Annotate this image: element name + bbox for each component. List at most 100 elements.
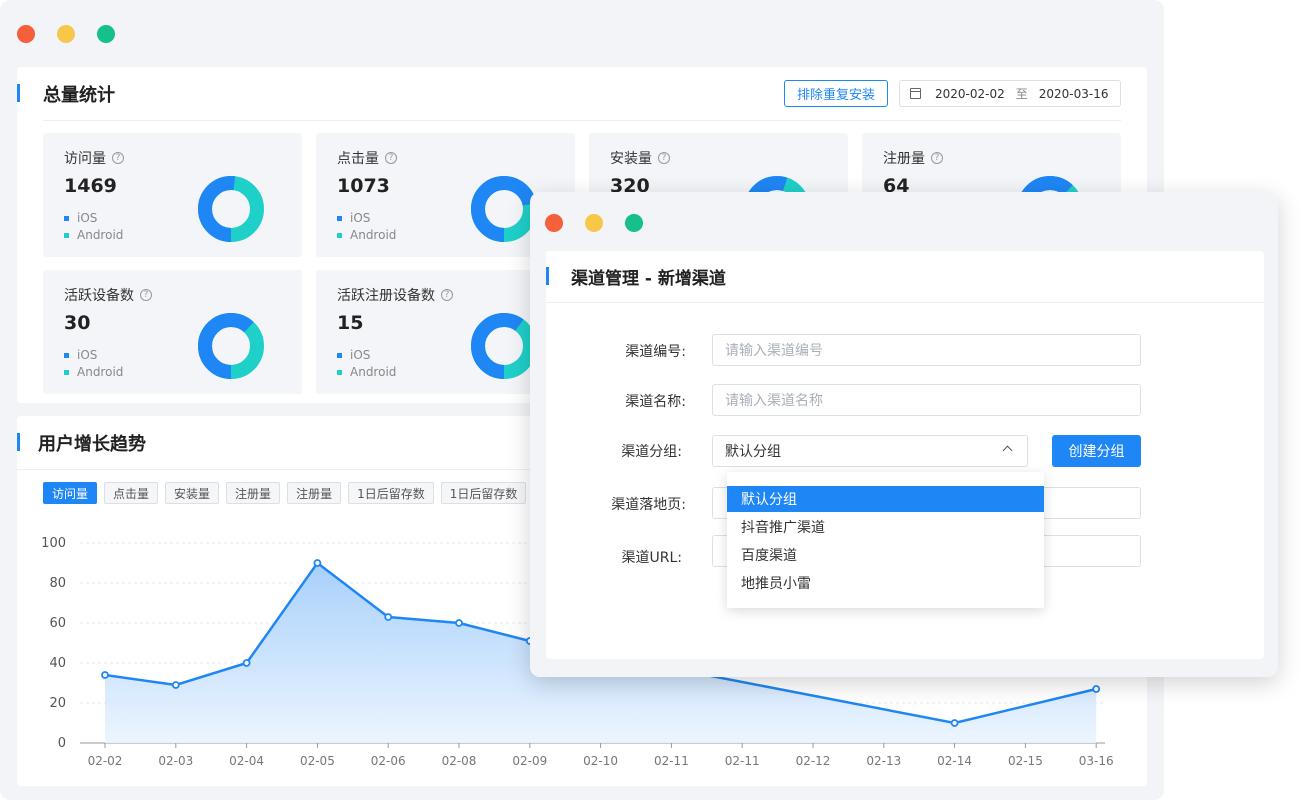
channel-name-input[interactable]: 请输入渠道名称 <box>712 384 1141 416</box>
stat-card-value: 1469 <box>64 175 117 197</box>
legend-android-label: Android <box>77 228 124 242</box>
overview-title: 总量统计 <box>43 85 115 106</box>
add-channel-window: 渠道管理 - 新增渠道 渠道编号: 请输入渠道编号 渠道名称: 请输入渠道名称 … <box>530 192 1278 677</box>
legend-swatch <box>64 232 69 238</box>
legend-android: Android <box>64 228 123 242</box>
legend-swatch <box>337 215 342 221</box>
legend-swatch <box>64 215 69 221</box>
help-icon[interactable]: ? <box>385 152 397 164</box>
section-marker <box>17 433 20 451</box>
stat-card: 活跃设备数 ? 30 iOS Android <box>43 270 302 394</box>
date-end: 2020-03-16 <box>1038 86 1109 101</box>
dropdown-option[interactable]: 默认分组 <box>727 486 1044 512</box>
y-tick-label: 80 <box>49 576 66 591</box>
stat-card-label: 活跃注册设备数 <box>337 288 435 304</box>
help-icon[interactable]: ? <box>441 289 453 301</box>
trend-title: 用户增长趋势 <box>38 434 146 455</box>
chevron-up-icon <box>1002 445 1013 456</box>
stat-card: 访问量 ? 1469 iOS Android <box>43 133 302 257</box>
legend-swatch <box>337 369 342 375</box>
x-tick-label: 02-11 <box>654 754 689 768</box>
data-point <box>384 613 393 621</box>
help-icon[interactable]: ? <box>931 152 943 164</box>
calendar-icon <box>910 88 921 99</box>
window-controls <box>545 214 643 232</box>
metric-tab[interactable]: 注册量 <box>287 482 342 504</box>
metric-tab[interactable]: 点击量 <box>104 482 159 504</box>
section-marker <box>546 267 549 285</box>
y-tick-label: 60 <box>49 616 66 631</box>
legend-ios: iOS <box>64 348 97 362</box>
donut-chart <box>471 313 537 379</box>
data-point <box>313 559 322 567</box>
data-point <box>101 671 109 679</box>
metric-tab[interactable]: 1日后留存数 <box>348 482 434 504</box>
legend-swatch <box>337 232 342 238</box>
channel-code-label: 渠道编号: <box>625 344 686 360</box>
x-tick-label: 03-16 <box>1079 754 1114 768</box>
maximize-window-button[interactable] <box>625 214 643 232</box>
legend-ios: iOS <box>64 211 97 225</box>
help-icon[interactable]: ? <box>140 289 152 301</box>
help-icon[interactable]: ? <box>112 152 124 164</box>
x-tick-label: 02-14 <box>937 754 972 768</box>
data-point <box>1092 685 1101 693</box>
section-marker <box>17 84 20 102</box>
y-tick-label: 20 <box>49 696 66 711</box>
metric-tab[interactable]: 1日后留存数 <box>440 482 527 504</box>
legend-swatch <box>64 352 69 358</box>
date-separator: 至 <box>1015 87 1028 101</box>
exclude-duplicate-installs-button[interactable]: 排除重复安装 <box>784 80 888 107</box>
stat-card-value: 15 <box>337 312 364 334</box>
channel-group-select[interactable]: 默认分组 <box>712 435 1028 467</box>
legend-ios-label: iOS <box>77 348 98 362</box>
dropdown-option[interactable]: 抖音推广渠道 <box>727 514 1044 540</box>
close-window-button[interactable] <box>545 214 563 232</box>
stat-card-label: 点击量 <box>337 151 379 167</box>
data-point <box>950 719 959 727</box>
x-tick-label: 02-08 <box>442 754 477 768</box>
legend-android-label: Android <box>350 365 397 379</box>
minimize-window-button[interactable] <box>57 25 75 43</box>
dropdown-option[interactable]: 地推员小雷 <box>727 570 1044 596</box>
y-tick-label: 40 <box>49 656 66 671</box>
minimize-window-button[interactable] <box>585 214 603 232</box>
stat-card-title: 访问量 ? <box>64 148 124 168</box>
overview-divider <box>43 120 1121 121</box>
dropdown-option[interactable]: 百度渠道 <box>727 542 1044 568</box>
channel-group-value: 默认分组 <box>725 444 781 460</box>
metric-tabs: 访问量 点击量 安装量 注册量 注册量 1日后留存数 1日后留存数 <box>43 482 527 504</box>
x-tick-label: 02-13 <box>866 754 901 768</box>
metric-tab[interactable]: 访问量 <box>43 482 98 504</box>
x-tick-label: 02-04 <box>229 754 264 768</box>
channel-url-label: 渠道URL: <box>621 550 683 566</box>
help-icon[interactable]: ? <box>658 152 670 164</box>
maximize-window-button[interactable] <box>97 25 115 43</box>
legend-android: Android <box>337 228 396 242</box>
data-point <box>455 619 463 627</box>
modal-title: 渠道管理 - 新增渠道 <box>571 269 726 289</box>
legend-ios-label: iOS <box>350 211 371 225</box>
close-window-button[interactable] <box>17 25 35 43</box>
date-range-picker[interactable]: 2020-02-02 至 2020-03-16 <box>899 80 1121 107</box>
x-tick-label: 02-12 <box>796 754 831 768</box>
legend-ios: iOS <box>337 348 370 362</box>
donut-chart <box>198 313 264 379</box>
legend-swatch <box>64 369 69 375</box>
legend-android: Android <box>337 365 396 379</box>
stat-card-title: 安装量 ? <box>610 148 670 168</box>
x-tick-label: 02-10 <box>583 754 618 768</box>
add-channel-form-panel: 渠道管理 - 新增渠道 渠道编号: 请输入渠道编号 渠道名称: 请输入渠道名称 … <box>546 251 1264 659</box>
stat-card-title: 点击量 ? <box>337 148 397 168</box>
x-tick-label: 02-11 <box>725 754 760 768</box>
data-point <box>171 681 180 689</box>
x-tick-label: 02-02 <box>88 754 123 768</box>
metric-tab[interactable]: 注册量 <box>226 482 281 504</box>
stat-card-value: 30 <box>64 312 91 334</box>
channel-code-input[interactable]: 请输入渠道编号 <box>712 334 1141 366</box>
channel-group-dropdown: 默认分组 抖音推广渠道 百度渠道 地推员小雷 <box>727 472 1044 608</box>
legend-ios: iOS <box>337 211 370 225</box>
metric-tab[interactable]: 安装量 <box>165 482 220 504</box>
legend-android: Android <box>64 365 123 379</box>
create-group-button[interactable]: 创建分组 <box>1052 435 1141 467</box>
